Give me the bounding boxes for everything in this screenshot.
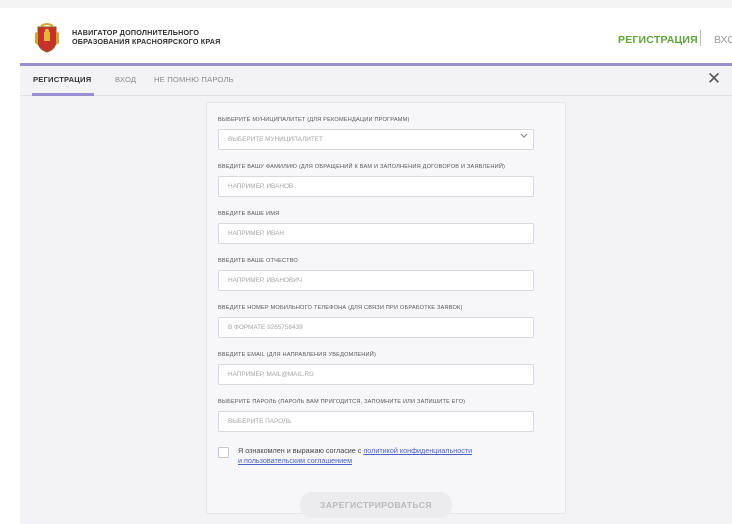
- name-label: ВВЕДИТЕ ВАШЕ ИМЯ: [218, 211, 280, 217]
- consent-checkbox[interactable]: [218, 447, 229, 458]
- privacy-policy-link[interactable]: политикой конфиденциальности: [363, 446, 472, 455]
- surname-label: ВВЕДИТЕ ВАШУ ФАМИЛИЮ (ДЛЯ ОБРАЩЕНИЙ К ВА…: [218, 164, 506, 170]
- name-input[interactable]: [218, 223, 534, 244]
- patronymic-label: ВВЕДИТЕ ВАШЕ ОТЧЕСТВО: [218, 258, 298, 264]
- password-input[interactable]: [218, 411, 534, 432]
- patronymic-input[interactable]: [218, 270, 534, 291]
- top-strip: [0, 0, 732, 8]
- tab-login[interactable]: ВХОД: [115, 75, 136, 84]
- user-agreement-link[interactable]: и пользовательским соглашением: [238, 456, 352, 465]
- municipality-label: ВЫБЕРИТЕ МУНИЦИПАЛИТЕТ (ДЛЯ РЕКОМЕНДАЦИИ…: [218, 117, 410, 123]
- password-label: ВЫБЕРИТЕ ПАРОЛЬ (ПАРОЛЬ ВАМ ПРИГОДИТСЯ, …: [218, 399, 466, 405]
- header-register-link[interactable]: РЕГИСТРАЦИЯ: [618, 34, 698, 46]
- logo-title[interactable]: НАВИГАТОР ДОПОЛНИТЕЛЬНОГО ОБРАЗОВАНИЯ КР…: [72, 28, 221, 46]
- krasnoyarsk-emblem-icon[interactable]: [34, 23, 60, 53]
- logo-line-1: НАВИГАТОР ДОПОЛНИТЕЛЬНОГО: [72, 28, 200, 37]
- site-header: НАВИГАТОР ДОПОЛНИТЕЛЬНОГО ОБРАЗОВАНИЯ КР…: [20, 8, 732, 66]
- registration-form: ВЫБЕРИТЕ МУНИЦИПАЛИТЕТ (ДЛЯ РЕКОМЕНДАЦИИ…: [206, 102, 566, 514]
- consent-block: Я ознакомлен и выражаю согласие с полити…: [218, 443, 548, 473]
- logo-line-2: ОБРАЗОВАНИЯ КРАСНОЯРСКОГО КРАЯ: [72, 37, 221, 46]
- email-label: ВВЕДИТЕ EMAIL (ДЛЯ НАПРАВЛЕНИЯ УВЕДОМЛЕН…: [218, 352, 377, 358]
- consent-text-prefix: Я ознакомлен и выражаю согласие с: [238, 446, 364, 455]
- close-icon[interactable]: ✕: [706, 70, 722, 87]
- chevron-down-icon[interactable]: [520, 133, 528, 139]
- municipality-select[interactable]: [218, 129, 534, 150]
- active-tab-indicator: [32, 93, 94, 96]
- header-login-link[interactable]: ВХОД: [714, 34, 732, 46]
- registration-panel: РЕГИСТРАЦИЯ ВХОД НЕ ПОМНЮ ПАРОЛЬ ✕ ВЫБЕР…: [20, 66, 732, 524]
- register-submit-button[interactable]: ЗАРЕГИСТРИРОВАТЬСЯ: [300, 492, 452, 518]
- phone-label: ВВЕДИТЕ НОМЕР МОБИЛЬНОГО ТЕЛЕФОНА (ДЛЯ С…: [218, 305, 463, 311]
- surname-input[interactable]: [218, 176, 534, 197]
- phone-input[interactable]: [218, 317, 534, 338]
- header-divider: [700, 30, 701, 46]
- tab-forgot-password[interactable]: НЕ ПОМНЮ ПАРОЛЬ: [154, 75, 234, 84]
- email-input[interactable]: [218, 364, 534, 385]
- tab-register[interactable]: РЕГИСТРАЦИЯ: [33, 75, 91, 84]
- auth-tabs: РЕГИСТРАЦИЯ ВХОД НЕ ПОМНЮ ПАРОЛЬ: [20, 66, 732, 96]
- consent-text: Я ознакомлен и выражаю согласие с полити…: [238, 446, 548, 465]
